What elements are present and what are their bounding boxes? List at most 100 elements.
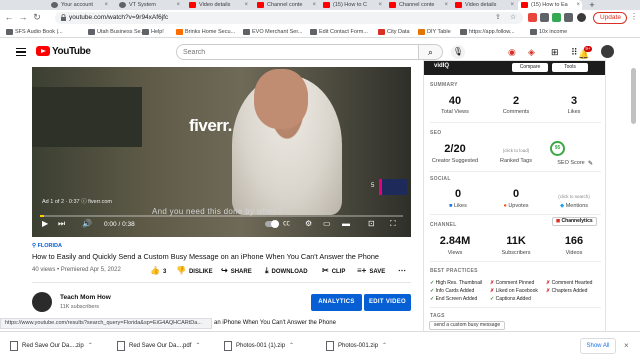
download-item[interactable]: Red Save Our Da....pdf ⌃ <box>115 338 200 354</box>
ranked-tags-hint[interactable]: (click to load) <box>486 148 546 153</box>
like-button[interactable]: 👍 3 <box>150 266 166 277</box>
youtube-wordmark[interactable]: YouTube <box>52 46 91 57</box>
settings-gear-icon[interactable]: ⚙ <box>305 218 312 230</box>
subtitles-icon[interactable]: ㏄ <box>283 218 290 230</box>
channel-name[interactable]: Teach Mom How <box>60 294 111 301</box>
vidiq-extension-icon[interactable]: ◉ <box>508 47 516 58</box>
show-all-downloads-button[interactable]: Show All <box>580 338 616 354</box>
miniplayer-icon[interactable]: ▭ <box>323 218 331 230</box>
chevron-up-icon[interactable]: ⌃ <box>88 343 93 349</box>
browser-tab[interactable]: VT System × <box>116 0 182 10</box>
new-tab-button[interactable]: + <box>586 0 598 10</box>
hamburger-menu-icon[interactable] <box>16 48 26 56</box>
theater-mode-icon[interactable]: ▬ <box>342 218 350 230</box>
browser-tab[interactable]: Your account × <box>48 0 110 10</box>
extension-icon[interactable] <box>552 13 561 22</box>
close-tab-icon[interactable]: × <box>176 0 180 10</box>
download-item[interactable]: Red Save Our Da....zip ⌃ <box>8 338 93 354</box>
download-button[interactable]: ⤓ DOWNLOAD <box>265 266 308 277</box>
youtube-logo-icon[interactable] <box>36 46 50 56</box>
browser-tab[interactable]: (15) How to C × <box>320 0 384 10</box>
profile-avatar-icon[interactable] <box>577 13 586 22</box>
chevron-up-icon[interactable]: ⌃ <box>195 343 200 349</box>
vidiq-boost-icon[interactable]: ◈ <box>528 47 535 58</box>
close-tab-icon[interactable]: × <box>576 0 580 10</box>
analytics-button[interactable]: ANALYTICS <box>311 294 362 311</box>
browser-tab[interactable]: Video details × <box>452 0 516 10</box>
ad-info-text[interactable]: Ad 1 of 2 · 0:37 ⓘ fiverr.com <box>42 197 112 205</box>
edit-video-button[interactable]: EDIT VIDEO <box>364 294 411 311</box>
cast-icon[interactable]: ⊡ <box>368 218 375 230</box>
reload-icon[interactable]: ↻ <box>32 12 42 23</box>
voice-search-button[interactable]: 🎙 <box>451 45 465 59</box>
bookmark-item[interactable]: City Data <box>378 26 410 38</box>
chevron-up-icon[interactable]: ⌃ <box>289 343 294 349</box>
browser-tab-active[interactable]: (15) How to Ea × <box>518 0 582 10</box>
bookmark-item[interactable]: 10x income <box>530 26 567 38</box>
close-downloads-icon[interactable]: × <box>624 341 629 350</box>
update-button[interactable]: Update <box>593 12 627 24</box>
bookmark-item[interactable]: Help! <box>142 26 164 38</box>
pencil-icon[interactable]: ✎ <box>588 160 593 167</box>
bookmark-item[interactable]: Brinks Home Secu... <box>176 26 235 38</box>
close-tab-icon[interactable]: × <box>104 0 108 10</box>
clip-button[interactable]: ✂ CLIP <box>322 266 345 277</box>
bookmark-star-icon[interactable]: ☆ <box>510 12 516 24</box>
close-tab-icon[interactable]: × <box>312 0 316 10</box>
forward-arrow-icon[interactable]: → <box>18 12 28 23</box>
chevron-up-icon[interactable]: ⌃ <box>382 343 387 349</box>
youtube-favicon-icon <box>257 2 264 8</box>
dislike-button[interactable]: 👎 DISLIKE <box>176 266 213 277</box>
more-actions-icon[interactable]: ⋯ <box>398 266 406 276</box>
close-tab-icon[interactable]: × <box>444 0 448 10</box>
download-item[interactable]: Photos-001.zip ⌃ <box>324 338 387 354</box>
omnibox[interactable]: youtube.com/watch?v=9r94xAf6jfc ⇪ ☆ <box>55 12 523 24</box>
browser-tab[interactable]: Video details × <box>186 0 250 10</box>
compare-button[interactable]: Compare <box>512 63 548 72</box>
bookmark-item[interactable]: EVO Merchant Ser... <box>243 26 302 38</box>
extension-icon[interactable] <box>540 13 549 22</box>
browser-menu-icon[interactable]: ⋮ <box>630 12 638 21</box>
search-button[interactable]: ⌕ <box>419 44 443 60</box>
back-arrow-icon[interactable]: ← <box>4 12 14 23</box>
tools-button[interactable]: Tools <box>552 63 588 72</box>
ad-next-thumbnail[interactable] <box>379 179 407 195</box>
extension-icon[interactable] <box>528 13 537 22</box>
close-tab-icon[interactable]: × <box>510 0 514 10</box>
video-progress-bar[interactable] <box>40 215 403 217</box>
video-player[interactable]: fiverr. Ad 1 of 2 · 0:37 ⓘ fiverr.com 5 … <box>32 67 411 237</box>
channelytics-button[interactable]: ◼ Channelytics <box>552 217 597 226</box>
browser-tab[interactable]: Channel conte × <box>386 0 450 10</box>
share-icon[interactable]: ⇪ <box>495 12 501 24</box>
cross-icon: ✗ <box>490 280 495 286</box>
location-link[interactable]: ⚲ FLORIDA <box>32 243 62 249</box>
next-video-icon[interactable]: ⏭ <box>58 218 65 230</box>
puzzle-icon[interactable] <box>564 13 573 22</box>
close-tab-icon[interactable]: × <box>244 0 248 10</box>
apps-grid-icon[interactable]: ⠿ <box>571 47 578 58</box>
bookmark-item[interactable]: DIY Table <box>418 26 451 38</box>
close-tab-icon[interactable]: × <box>378 0 382 10</box>
bookmark-item[interactable]: SFS Audio Book |... <box>6 26 63 38</box>
bookmarks-bar: SFS Audio Book |... Utah Business Se... … <box>0 26 640 38</box>
create-video-icon[interactable]: ⊞ <box>551 47 559 58</box>
account-avatar[interactable] <box>601 45 614 58</box>
tab-label: Video details <box>199 2 231 8</box>
fullscreen-icon[interactable]: ⛶ <box>390 218 396 230</box>
tag-chip[interactable]: send a custom busy message <box>429 321 506 330</box>
search-box[interactable] <box>176 44 419 60</box>
browser-tab[interactable]: Channel conte × <box>254 0 318 10</box>
download-item[interactable]: Photos-001 (1).zip ⌃ <box>222 338 294 354</box>
play-icon[interactable]: ▶ <box>42 218 48 230</box>
search-input[interactable] <box>177 45 418 59</box>
mentions-hint[interactable]: (click to search) <box>544 194 604 199</box>
bookmark-item[interactable]: Edit Contact Form... <box>310 26 368 38</box>
share-button[interactable]: ↪ SHARE <box>221 266 252 277</box>
autoplay-toggle[interactable] <box>265 220 279 228</box>
save-button[interactable]: ≡+ SAVE <box>357 266 385 277</box>
channel-avatar[interactable] <box>32 292 52 312</box>
page-scrollbar[interactable] <box>631 68 636 124</box>
volume-icon[interactable]: 🔊 <box>82 218 92 230</box>
bookmark-item[interactable]: Utah Business Se... <box>88 26 145 38</box>
bookmark-item[interactable]: https://app.follow... <box>460 26 515 38</box>
